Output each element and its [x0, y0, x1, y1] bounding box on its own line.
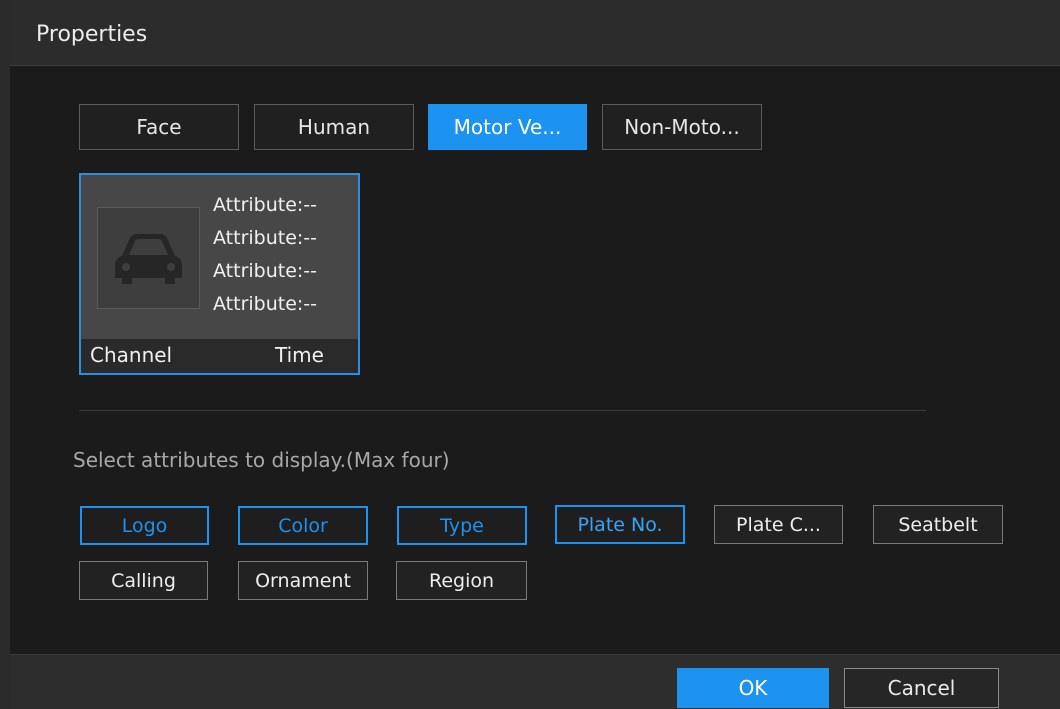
time-label: Time	[275, 343, 324, 367]
attribute-option-calling[interactable]: Calling	[79, 561, 208, 600]
attribute-option-seatbelt[interactable]: Seatbelt	[873, 505, 1003, 544]
attribute-option-color[interactable]: Color	[238, 506, 368, 545]
attribute-line-1: Attribute:--	[213, 194, 318, 216]
tab-face[interactable]: Face	[79, 104, 239, 150]
attribute-line-2: Attribute:--	[213, 227, 318, 249]
car-icon	[97, 207, 200, 309]
cancel-button[interactable]: Cancel	[844, 668, 999, 708]
ok-button[interactable]: OK	[677, 668, 829, 708]
dialog-title: Properties	[36, 22, 148, 47]
title-bar: Properties	[10, 0, 1060, 66]
dialog-body: Face Human Motor Ve... Non-Moto... Attri…	[10, 66, 1060, 654]
dialog-footer: OK Cancel	[10, 654, 1060, 709]
attribute-option-ornament[interactable]: Ornament	[238, 561, 368, 600]
tab-non-motor-vehicle[interactable]: Non-Moto...	[602, 104, 762, 150]
attribute-preview-card: Attribute:-- Attribute:-- Attribute:-- A…	[79, 173, 360, 375]
tab-human[interactable]: Human	[254, 104, 414, 150]
divider	[79, 410, 926, 411]
tab-motor-vehicle[interactable]: Motor Ve...	[428, 104, 587, 150]
attribute-hint: Select attributes to display.(Max four)	[73, 448, 450, 472]
attribute-option-region[interactable]: Region	[396, 561, 527, 600]
attribute-line-3: Attribute:--	[213, 260, 318, 282]
attribute-option-plate-no[interactable]: Plate No.	[555, 505, 685, 544]
attribute-option-plate-color[interactable]: Plate C...	[714, 505, 843, 544]
preview-caption: Channel Time	[81, 339, 358, 373]
attribute-option-logo[interactable]: Logo	[80, 506, 209, 545]
attribute-option-type[interactable]: Type	[397, 506, 527, 545]
attribute-line-4: Attribute:--	[213, 293, 318, 315]
channel-label: Channel	[90, 343, 173, 367]
